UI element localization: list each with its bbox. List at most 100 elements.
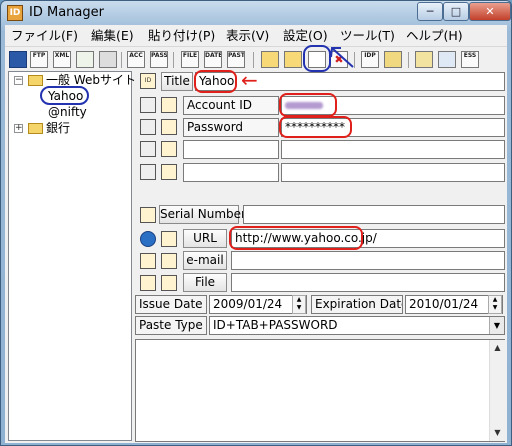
globe-icon[interactable]	[140, 231, 156, 247]
copy-icon[interactable]	[140, 119, 156, 135]
minimize-button[interactable]: ─	[417, 2, 443, 21]
folder-tree[interactable]: − 一般 Webサイト Yahoo @nifty + 銀行	[8, 71, 136, 441]
account-id-value	[285, 102, 323, 109]
password-label: Password	[183, 118, 279, 137]
title-label-button[interactable]: Title	[161, 72, 193, 91]
date-icon[interactable]: DATE	[204, 51, 222, 68]
file-icon[interactable]: FILE	[181, 51, 199, 68]
issue-date-label: Issue Date	[135, 295, 207, 314]
extra-field-2-input[interactable]	[281, 163, 505, 182]
paste-type-value: ID+TAB+PASSWORD	[213, 318, 338, 332]
idp-icon[interactable]: IDP	[361, 51, 379, 68]
menu-edit[interactable]: 編集(E)	[89, 27, 136, 44]
password-input[interactable]: **********	[281, 118, 505, 137]
email-input[interactable]	[231, 251, 505, 270]
client-area: ファイル(F) 編集(E) 貼り付け(P) 表示(V) 設定(O) ツール(T)…	[5, 25, 507, 443]
new-item-icon[interactable]	[308, 51, 326, 68]
maximize-button[interactable]: □	[443, 2, 469, 21]
menu-settings[interactable]: 設定(O)	[281, 27, 330, 44]
title-bar[interactable]: ID ID Manager ─ □ ✕	[1, 1, 511, 25]
field-icon	[161, 141, 177, 157]
title-icon: ID	[140, 73, 156, 89]
serial-number-button[interactable]: Serial Number	[159, 205, 246, 224]
app-icon: ID	[7, 5, 23, 21]
scroll-down-icon[interactable]: ▼	[490, 425, 505, 441]
expand-icon[interactable]: +	[14, 124, 23, 133]
window-icon[interactable]	[438, 51, 456, 68]
password-icon	[161, 119, 177, 135]
print-icon[interactable]	[99, 51, 117, 68]
id-icon	[161, 97, 177, 113]
spin-down-icon[interactable]: ▼	[293, 304, 305, 312]
toolbar-separator	[408, 52, 409, 68]
paste-icon[interactable]: PASTE	[227, 51, 245, 68]
spin-up-icon[interactable]: ▲	[489, 296, 501, 304]
red-arrow-icon: ←	[241, 68, 258, 92]
tree-item-nifty[interactable]: @nifty	[48, 104, 87, 120]
extra-field-1-label[interactable]	[183, 140, 279, 159]
export-icon[interactable]	[384, 51, 402, 68]
toolbar-separator	[253, 52, 254, 68]
menu-tools[interactable]: ツール(T)	[338, 27, 397, 44]
notes-scrollbar[interactable]: ▲ ▼	[489, 340, 505, 441]
app-window: ID ID Manager ─ □ ✕ ファイル(F) 編集(E) 貼り付け(P…	[0, 0, 512, 446]
pass-icon[interactable]: PASS	[150, 51, 168, 68]
serial-number-input[interactable]	[243, 205, 505, 224]
account-id-label: Account ID	[183, 96, 279, 115]
ftp-icon[interactable]: FTP	[30, 51, 48, 68]
toolbar-separator	[173, 52, 174, 68]
paste-type-select[interactable]: ID+TAB+PASSWORD ▼	[209, 316, 505, 335]
menu-paste[interactable]: 貼り付け(P)	[146, 27, 217, 44]
toolbar-separator	[121, 52, 122, 68]
menu-view[interactable]: 表示(V)	[224, 27, 271, 44]
folder-icon	[28, 123, 43, 134]
ess-icon[interactable]: ESS	[461, 51, 479, 68]
tree-item-yahoo[interactable]: Yahoo	[46, 88, 85, 104]
spin-down-icon[interactable]: ▼	[489, 304, 501, 312]
list-icon[interactable]	[140, 275, 156, 291]
url-button[interactable]: URL	[183, 229, 227, 248]
account-id-input[interactable]	[281, 96, 505, 115]
extra-field-1-input[interactable]	[281, 140, 505, 159]
lock-icon[interactable]	[415, 51, 433, 68]
scroll-up-icon[interactable]: ▲	[490, 340, 505, 356]
field-icon	[161, 164, 177, 180]
card-icon[interactable]	[140, 253, 156, 269]
close-button[interactable]: ✕	[469, 2, 511, 21]
new-folder-icon[interactable]	[261, 51, 279, 68]
save-icon[interactable]	[9, 51, 27, 68]
entry-form: ID Title Yahoo ← Account ID Password ***…	[135, 68, 505, 443]
menu-file[interactable]: ファイル(F)	[9, 27, 80, 44]
file-input[interactable]	[231, 273, 505, 292]
new-subfolder-icon[interactable]	[284, 51, 302, 68]
tree-item-bank[interactable]: 銀行	[46, 120, 70, 136]
window-title: ID Manager	[29, 5, 104, 20]
spin-up-icon[interactable]: ▲	[293, 296, 305, 304]
grid-icon[interactable]	[76, 51, 94, 68]
email-button[interactable]: e-mail	[183, 251, 227, 270]
expiration-date-spinner[interactable]: ▲ ▼	[488, 295, 502, 314]
chevron-down-icon[interactable]: ▼	[489, 317, 504, 334]
notes-textarea[interactable]	[135, 339, 505, 442]
extra-field-2-label[interactable]	[183, 163, 279, 182]
xml-icon[interactable]: XML	[53, 51, 71, 68]
menu-bar: ファイル(F) 編集(E) 貼り付け(P) 表示(V) 設定(O) ツール(T)…	[5, 25, 507, 45]
folder-icon	[28, 75, 43, 86]
url-input[interactable]: http://www.yahoo.co.jp/	[231, 229, 505, 248]
url-icon	[161, 231, 177, 247]
paste-type-label: Paste Type	[135, 316, 207, 335]
copy-icon[interactable]	[140, 141, 156, 157]
issue-date-spinner[interactable]: ▲ ▼	[292, 295, 306, 314]
file-button[interactable]: File	[183, 273, 227, 292]
serial-icon	[140, 207, 156, 223]
blue-arrow-icon	[330, 47, 354, 68]
copy-icon[interactable]	[140, 164, 156, 180]
tree-item-general-web[interactable]: 一般 Webサイト	[46, 72, 136, 88]
menu-help[interactable]: ヘルプ(H)	[404, 27, 465, 44]
collapse-icon[interactable]: −	[14, 76, 23, 85]
acc-icon[interactable]: ACC	[127, 51, 145, 68]
expiration-date-label: Expiration Date	[311, 295, 403, 314]
file-field-icon	[161, 275, 177, 291]
email-icon	[161, 253, 177, 269]
copy-icon[interactable]	[140, 97, 156, 113]
